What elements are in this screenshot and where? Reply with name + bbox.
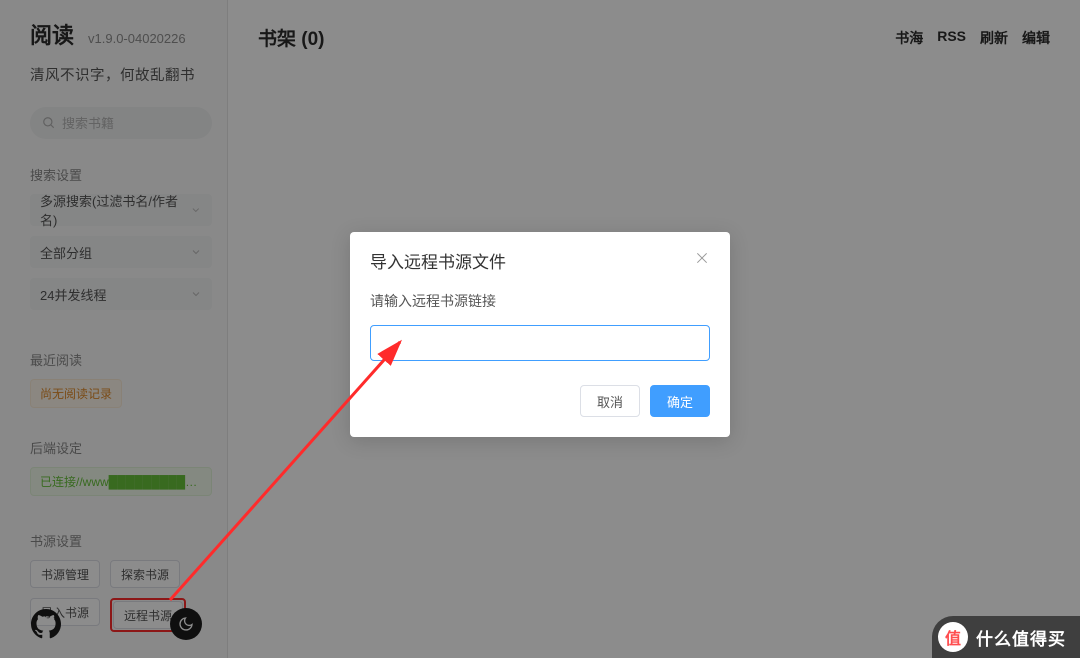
- close-icon: [694, 250, 710, 266]
- dialog-confirm-button[interactable]: 确定: [650, 385, 710, 417]
- watermark-icon: 值: [938, 622, 968, 652]
- dialog-label: 请输入远程书源链接: [370, 291, 710, 311]
- import-remote-dialog: 导入远程书源文件 请输入远程书源链接 取消 确定: [350, 232, 730, 437]
- modal-overlay[interactable]: 导入远程书源文件 请输入远程书源链接 取消 确定: [0, 0, 1080, 658]
- remote-url-input[interactable]: [370, 325, 710, 361]
- dialog-cancel-button[interactable]: 取消: [580, 385, 640, 417]
- dialog-close-button[interactable]: [694, 250, 710, 271]
- watermark: 值 什么值得买: [932, 616, 1080, 658]
- watermark-text: 什么值得买: [976, 625, 1066, 650]
- dialog-title: 导入远程书源文件: [370, 248, 506, 273]
